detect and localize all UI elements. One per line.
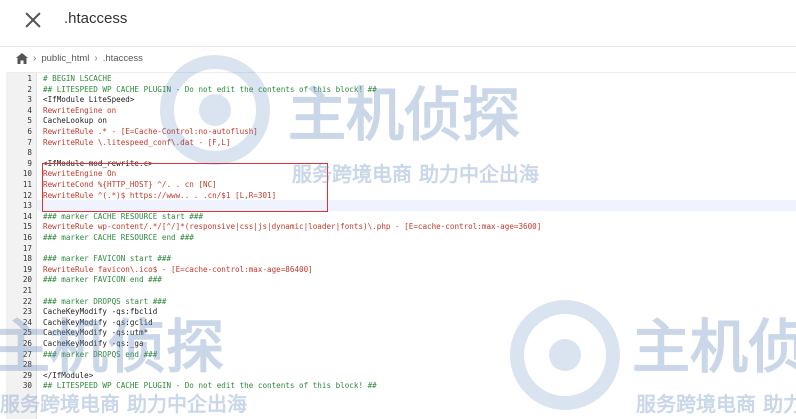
- code-line[interactable]: RewriteRule \.litespeed_conf\.dat - [F,L…: [43, 138, 230, 149]
- breadcrumb: › public_html › .htaccess: [16, 53, 143, 64]
- line-number: 7: [27, 137, 32, 147]
- line-number: 5: [27, 116, 32, 126]
- code-line[interactable]: ### marker FAVICON end ###: [43, 275, 162, 286]
- line-number: 18: [22, 254, 32, 264]
- chevron-right-icon: ›: [94, 53, 98, 64]
- line-number: 20: [22, 275, 32, 285]
- code-line[interactable]: # BEGIN LSCACHE: [43, 74, 112, 85]
- line-number: 9: [27, 158, 32, 168]
- line-number: 17: [22, 243, 32, 253]
- file-title: .htaccess: [64, 10, 128, 27]
- code-line[interactable]: RewriteRule favicon\.ico$ - [E=cache-con…: [43, 265, 313, 276]
- home-icon[interactable]: [16, 53, 28, 64]
- chevron-right-icon: ›: [33, 53, 37, 64]
- line-number: 16: [22, 233, 32, 242]
- breadcrumb-item-file: .htaccess: [102, 53, 143, 64]
- editor-header: .htaccess: [0, 0, 796, 40]
- code-line[interactable]: RewriteRule wp-content/.*/[^/]*(responsi…: [43, 222, 541, 233]
- watermark-brand: 主机侦探: [288, 81, 521, 149]
- line-number: 12: [22, 190, 32, 200]
- watermark-slogan: 服务跨境电商 助力中企出海: [636, 392, 796, 416]
- line-number: 19: [22, 264, 32, 274]
- line-number: 6: [27, 127, 32, 136]
- line-number: 3: [27, 95, 32, 105]
- code-line[interactable]: CacheLookup on: [43, 116, 107, 127]
- line-number: 11: [22, 180, 32, 189]
- code-line[interactable]: RewriteRule .* - [E=Cache-Control:no-aut…: [43, 127, 258, 138]
- watermark-brand: 主机侦探: [0, 313, 225, 381]
- code-line[interactable]: <IfModule LiteSpeed>: [43, 95, 134, 106]
- code-line[interactable]: ### marker CACHE RESOURCE end ###: [43, 233, 194, 244]
- line-number: 10: [22, 169, 32, 179]
- watermark-brand: 主机侦探: [632, 313, 796, 381]
- line-number: 13: [22, 201, 32, 211]
- highlight-box: [42, 163, 328, 212]
- line-number: 4: [27, 105, 32, 115]
- close-button[interactable]: [22, 9, 44, 31]
- line-number: 1: [27, 74, 32, 83]
- line-number: 2: [27, 84, 32, 94]
- line-number: 14: [22, 211, 32, 221]
- line-number: 15: [22, 222, 32, 232]
- code-line[interactable]: RewriteEngine on: [43, 106, 116, 117]
- code-line[interactable]: ### marker FAVICON start ###: [43, 254, 171, 265]
- breadcrumb-item-public-html[interactable]: public_html: [41, 53, 89, 64]
- watermark-slogan: 服务跨境电商 助力中企出海: [292, 162, 539, 186]
- watermark-slogan: 服务跨境电商 助力中企出海: [0, 392, 247, 416]
- line-number: 8: [27, 148, 32, 158]
- code-line[interactable]: ### marker CACHE RESOURCE start ###: [43, 212, 203, 223]
- line-number: 21: [22, 286, 32, 295]
